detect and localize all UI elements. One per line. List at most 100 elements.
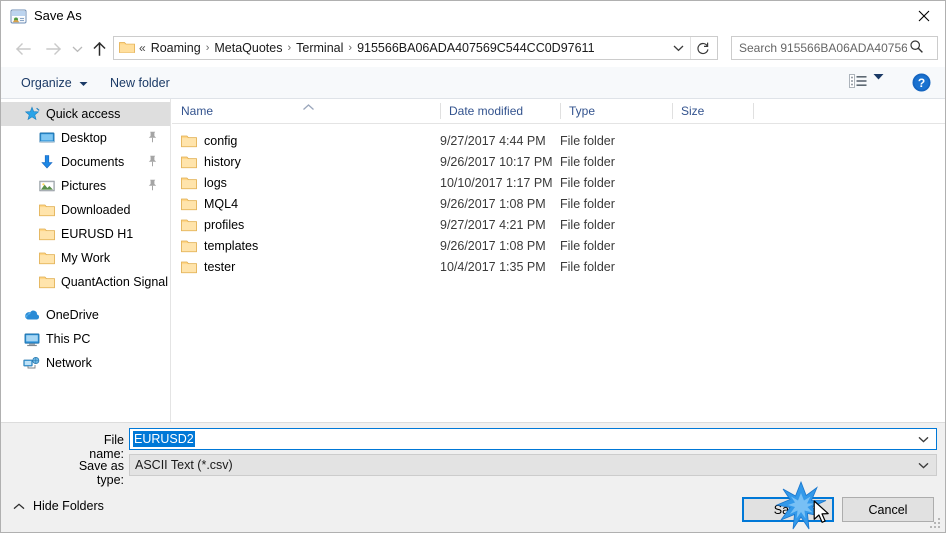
- breadcrumb-separator[interactable]: ›: [285, 37, 293, 59]
- folder-icon: [181, 176, 197, 190]
- network-icon: [23, 355, 40, 372]
- file-date-cell: 9/26/2017 1:08 PM: [440, 197, 546, 211]
- column-header-row: Name Date modified Type Size: [172, 99, 945, 124]
- file-name-label: config: [204, 134, 238, 148]
- address-bar-breadcrumb[interactable]: « Roaming › MetaQuotes › Terminal › 9155…: [113, 36, 718, 60]
- folder-icon: [119, 40, 135, 57]
- sidebar-item-documents[interactable]: Documents: [1, 150, 170, 174]
- file-type-cell: File folder: [560, 260, 615, 274]
- pin-icon[interactable]: [147, 131, 158, 146]
- column-header-size[interactable]: Size: [672, 99, 753, 123]
- sidebar-label: Downloaded: [61, 203, 131, 217]
- sidebar-item-quick-access[interactable]: Quick access: [1, 102, 170, 126]
- file-list-view: Name Date modified Type Size config 9/27…: [172, 99, 945, 422]
- sidebar-label: EURUSD H1: [61, 227, 134, 241]
- save-as-type-value: ASCII Text (*.csv): [135, 458, 233, 472]
- file-name-value[interactable]: EURUSD2: [133, 431, 195, 447]
- table-row[interactable]: history 9/26/2017 10:17 PM File folder: [172, 152, 945, 172]
- sidebar-item-downloaded[interactable]: Downloaded: [1, 198, 170, 222]
- column-header-type[interactable]: Type: [560, 99, 682, 123]
- table-row[interactable]: MQL4 9/26/2017 1:08 PM File folder: [172, 194, 945, 214]
- close-icon[interactable]: [901, 1, 945, 31]
- sidebar-item-onedrive[interactable]: OneDrive: [1, 303, 170, 327]
- sidebar-label: This PC: [46, 332, 91, 346]
- file-name-cell[interactable]: history: [181, 152, 241, 172]
- hide-folders-label: Hide Folders: [33, 499, 104, 513]
- folder-icon: [181, 260, 197, 274]
- column-header-date-modified[interactable]: Date modified: [440, 99, 560, 123]
- new-folder-button[interactable]: New folder: [104, 71, 176, 95]
- breadcrumb-separator[interactable]: ›: [346, 37, 354, 59]
- folder-icon: [38, 250, 55, 267]
- navigation-bar: « Roaming › MetaQuotes › Terminal › 9155…: [1, 32, 945, 67]
- table-row[interactable]: profiles 9/27/2017 4:21 PM File folder: [172, 215, 945, 235]
- file-date-cell: 10/10/2017 1:17 PM: [440, 176, 553, 190]
- search-input[interactable]: [739, 41, 907, 55]
- search-box[interactable]: [731, 36, 938, 60]
- breadcrumb-item-roaming[interactable]: Roaming: [148, 37, 204, 59]
- dialog-footer: File name: EURUSD2 Save as type: ASCII T…: [1, 422, 945, 532]
- recent-locations-chevron-icon[interactable]: [67, 34, 87, 64]
- command-bar: Organize New folder ?: [1, 67, 945, 99]
- up-arrow-icon[interactable]: [85, 34, 113, 64]
- file-name-cell[interactable]: profiles: [181, 215, 244, 235]
- chevron-down-icon[interactable]: [914, 429, 932, 449]
- save-as-type-select[interactable]: ASCII Text (*.csv): [129, 454, 937, 476]
- view-dropdown-chevron-icon[interactable]: [873, 73, 884, 81]
- address-dropdown-chevron-icon[interactable]: [667, 37, 689, 59]
- sidebar-item-desktop[interactable]: Desktop: [1, 126, 170, 150]
- refresh-icon[interactable]: [690, 37, 715, 59]
- sidebar-item-my-work[interactable]: My Work: [1, 246, 170, 270]
- sidebar-label: Pictures: [61, 179, 107, 193]
- chevron-down-icon[interactable]: [914, 455, 932, 475]
- file-name-cell[interactable]: logs: [181, 173, 227, 193]
- file-name-cell[interactable]: config: [181, 131, 237, 151]
- column-divider[interactable]: [753, 103, 754, 119]
- forward-arrow-icon[interactable]: [39, 34, 67, 64]
- navigation-pane: Quick access Desktop Documents Pictures …: [1, 99, 171, 422]
- sidebar-label: Desktop: [61, 131, 107, 145]
- table-row[interactable]: templates 9/26/2017 1:08 PM File folder: [172, 236, 945, 256]
- cancel-button[interactable]: Cancel: [842, 497, 934, 522]
- sidebar-item-pictures[interactable]: Pictures: [1, 174, 170, 198]
- save-button[interactable]: Save: [742, 497, 834, 522]
- sidebar-item-quantaction-signal[interactable]: QuantAction Signal: [1, 270, 170, 294]
- column-header-name[interactable]: Name: [172, 99, 440, 123]
- cancel-button-label: Cancel: [868, 502, 908, 517]
- pin-icon[interactable]: [147, 179, 158, 194]
- view-list-icon[interactable]: [849, 73, 868, 90]
- breadcrumb-item-metaquotes[interactable]: MetaQuotes: [211, 37, 285, 59]
- table-row[interactable]: config 9/27/2017 4:44 PM File folder: [172, 131, 945, 151]
- pin-icon[interactable]: [147, 155, 158, 170]
- sidebar-item-network[interactable]: Network: [1, 351, 170, 375]
- breadcrumb-separator[interactable]: ›: [204, 37, 212, 59]
- search-icon[interactable]: [909, 39, 924, 57]
- help-icon[interactable]: ?: [912, 73, 931, 92]
- dialog-body: Quick access Desktop Documents Pictures …: [1, 99, 945, 422]
- back-arrow-icon[interactable]: [9, 34, 37, 64]
- table-row[interactable]: logs 10/10/2017 1:17 PM File folder: [172, 173, 945, 193]
- file-name-cell[interactable]: tester: [181, 257, 235, 277]
- resize-grip[interactable]: [930, 518, 943, 531]
- breadcrumb-item-guid[interactable]: 915566BA06ADA407569C544CC0D97611: [354, 37, 597, 59]
- file-date-cell: 9/27/2017 4:21 PM: [440, 218, 546, 232]
- breadcrumb-item-terminal[interactable]: Terminal: [293, 37, 346, 59]
- sidebar-item-eurusd-h1[interactable]: EURUSD H1: [1, 222, 170, 246]
- file-name-cell[interactable]: MQL4: [181, 194, 238, 214]
- sidebar-item-this-pc[interactable]: This PC: [1, 327, 170, 351]
- file-type-cell: File folder: [560, 239, 615, 253]
- hide-folders-button[interactable]: Hide Folders: [13, 499, 104, 513]
- sidebar-label: OneDrive: [46, 308, 99, 322]
- title-bar: Save As: [1, 1, 945, 32]
- file-type-cell: File folder: [560, 176, 615, 190]
- organize-label: Organize: [21, 76, 72, 90]
- organize-button[interactable]: Organize: [15, 71, 94, 95]
- file-name-cell[interactable]: templates: [181, 236, 258, 256]
- file-date-cell: 9/26/2017 1:08 PM: [440, 239, 546, 253]
- file-type-cell: File folder: [560, 218, 615, 232]
- folder-icon: [181, 218, 197, 232]
- folder-icon: [181, 134, 197, 148]
- file-name-input[interactable]: EURUSD2: [129, 428, 937, 450]
- table-row[interactable]: tester 10/4/2017 1:35 PM File folder: [172, 257, 945, 277]
